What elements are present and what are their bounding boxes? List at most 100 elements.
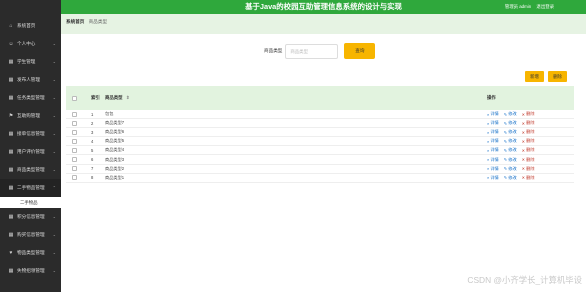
edit-label: 修改: [508, 147, 517, 153]
edit-button[interactable]: ✎ 修改: [504, 111, 517, 117]
delete-label: 删除: [526, 165, 535, 171]
header-name[interactable]: 商品类型 ⇕: [103, 95, 487, 101]
sidebar-menu: ⌂ 系统首页 ☺ 个人中心 ⌄ ▦ 学生管理 ⌄ ▦ 发布人管理 ⌄ ▦ 任务类型管理 ⌄ ⚑ 互助购管理 ⌄ ▦…: [0, 17, 61, 280]
row-delete-button[interactable]: ✕ 删除: [522, 166, 535, 172]
edit-button[interactable]: ✎ 修改: [504, 129, 517, 135]
add-button[interactable]: 新增: [525, 71, 544, 82]
row-index: 1: [91, 111, 94, 117]
detail-button[interactable]: ⌕ 详情: [487, 120, 499, 126]
sidebar-item[interactable]: ▦ 接单信息管理 ⌄: [0, 125, 61, 143]
edit-button[interactable]: ✎ 修改: [504, 120, 517, 126]
sidebar-item[interactable]: ▦ 学生管理 ⌄: [0, 53, 61, 71]
search-icon: ⌕: [487, 147, 490, 153]
row-delete-button[interactable]: ✕ 删除: [522, 111, 535, 117]
close-icon: ✕: [521, 175, 526, 181]
row-delete-button[interactable]: ✕ 删除: [522, 157, 535, 163]
header-name-label: 商品类型: [105, 95, 123, 100]
search-button[interactable]: 查询: [344, 43, 376, 59]
pencil-icon: ✎: [503, 166, 508, 172]
edit-button[interactable]: ✎ 修改: [504, 157, 517, 163]
pencil-icon: ✎: [503, 120, 508, 126]
grid-icon: ▦: [8, 167, 14, 173]
delete-label: 删除: [526, 174, 535, 180]
close-icon: ✕: [521, 129, 526, 135]
row-delete-button[interactable]: ✕ 删除: [522, 129, 535, 135]
table-row: 2 商品类型7 ⌕ 详情 ✎ 修改 ✕ 删除: [66, 119, 574, 129]
chevron-up-icon: ⌃: [52, 185, 56, 190]
delete-label: 删除: [526, 156, 535, 162]
row-name: 商品类型6: [105, 129, 125, 135]
sidebar-item[interactable]: ♥ 物品类型管理 ⌄: [0, 244, 61, 262]
table-actions: 新增 删除: [525, 71, 571, 82]
sidebar-item[interactable]: ▦ 失物招领管理 ⌄: [0, 262, 61, 280]
row-checkbox[interactable]: [71, 120, 77, 126]
table-row: 1 包包 ⌕ 详情 ✎ 修改 ✕ 删除: [66, 110, 574, 120]
row-checkbox-cell: [66, 138, 82, 144]
detail-button[interactable]: ⌕ 详情: [487, 138, 499, 144]
row-ops: ⌕ 详情 ✎ 修改 ✕ 删除: [487, 147, 574, 153]
sidebar-item[interactable]: ▦ 发布人管理 ⌄: [0, 71, 61, 89]
delete-button[interactable]: 删除: [548, 71, 567, 82]
detail-button[interactable]: ⌕ 详情: [487, 129, 499, 135]
detail-button[interactable]: ⌕ 详情: [487, 175, 499, 181]
row-delete-button[interactable]: ✕ 删除: [522, 175, 535, 181]
row-checkbox[interactable]: [71, 129, 77, 135]
edit-button[interactable]: ✎ 修改: [504, 147, 517, 153]
sidebar-item[interactable]: ▦ 二手物品管理 ⌃: [0, 179, 61, 197]
grid-icon: ▦: [8, 59, 14, 65]
edit-label: 修改: [508, 111, 517, 117]
detail-button[interactable]: ⌕ 详情: [487, 166, 499, 172]
row-checkbox[interactable]: [71, 157, 77, 163]
chevron-down-icon: ⌄: [52, 167, 56, 172]
row-index: 6: [91, 157, 94, 163]
search-input[interactable]: 商品类型: [285, 43, 339, 59]
sidebar-item[interactable]: ▦ 购买信息管理 ⌄: [0, 226, 61, 244]
detail-button[interactable]: ⌕ 详情: [487, 157, 499, 163]
row-checkbox[interactable]: [71, 111, 77, 117]
chevron-down-icon: ⌄: [52, 131, 56, 136]
sidebar-item[interactable]: ⌂ 系统首页: [0, 17, 61, 35]
edit-button[interactable]: ✎ 修改: [504, 166, 517, 172]
row-name: 商品类型5: [105, 138, 125, 144]
home-icon: ⌂: [9, 23, 13, 29]
top-bar: 基于Java的校园互助管理信息系统的设计与实现 管理员 admin 退出登录: [61, 0, 586, 14]
table-row: 4 商品类型5 ⌕ 详情 ✎ 修改 ✕ 删除: [66, 137, 574, 147]
sort-icon[interactable]: ⇕: [126, 95, 130, 100]
grid-icon: ▦: [8, 232, 14, 238]
sidebar-item[interactable]: ▦ 任务类型管理 ⌄: [0, 89, 61, 107]
edit-button[interactable]: ✎ 修改: [504, 175, 517, 181]
row-checkbox[interactable]: [71, 138, 77, 144]
table-row: 8 商品类型1 ⌕ 详情 ✎ 修改 ✕ 删除: [66, 174, 574, 183]
row-ops: ⌕ 详情 ✎ 修改 ✕ 删除: [487, 129, 574, 135]
sidebar-item[interactable]: ☺ 个人中心 ⌄: [0, 35, 61, 53]
user-info: 管理员 admin 退出登录: [505, 0, 554, 14]
row-delete-button[interactable]: ✕ 删除: [522, 147, 535, 153]
sidebar-item[interactable]: ▦ 积分信息管理 ⌄: [0, 208, 61, 226]
detail-button[interactable]: ⌕ 详情: [487, 111, 499, 117]
row-checkbox[interactable]: [71, 166, 77, 172]
row-name: 商品类型3: [105, 156, 125, 162]
edit-button[interactable]: ✎ 修改: [504, 138, 517, 144]
row-delete-button[interactable]: ✕ 删除: [522, 120, 535, 126]
row-delete-button[interactable]: ✕ 删除: [522, 138, 535, 144]
chevron-down-icon: ⌄: [52, 232, 56, 237]
select-all-checkbox[interactable]: [71, 95, 77, 101]
sidebar-item[interactable]: ▦ 用户评价管理 ⌄: [0, 143, 61, 161]
sidebar: ⌂ 系统首页 ☺ 个人中心 ⌄ ▦ 学生管理 ⌄ ▦ 发布人管理 ⌄ ▦ 任务类型管理 ⌄ ⚑ 互助购管理 ⌄ ▦…: [0, 0, 61, 292]
sidebar-item[interactable]: ⚑ 互助购管理 ⌄: [0, 107, 61, 125]
detail-button[interactable]: ⌕ 详情: [487, 147, 499, 153]
row-checkbox-cell: [66, 157, 82, 163]
row-index: 8: [91, 175, 94, 181]
delete-label: 删除: [526, 138, 535, 144]
sidebar-subitem[interactable]: 二手物品: [0, 197, 61, 208]
sidebar-item-label: 二手物品管理: [17, 185, 45, 190]
breadcrumb-home[interactable]: 系统首页: [66, 19, 84, 24]
heart-icon: ♥: [9, 250, 13, 256]
row-checkbox-cell: [66, 111, 82, 117]
logout-link[interactable]: 退出登录: [536, 4, 554, 9]
row-name: 商品类型7: [105, 120, 125, 126]
table-row: 3 商品类型6 ⌕ 详情 ✎ 修改 ✕ 删除: [66, 128, 574, 138]
row-checkbox[interactable]: [71, 175, 77, 181]
sidebar-item[interactable]: ▦ 商品类型管理 ⌄: [0, 161, 61, 179]
row-checkbox[interactable]: [71, 147, 77, 153]
